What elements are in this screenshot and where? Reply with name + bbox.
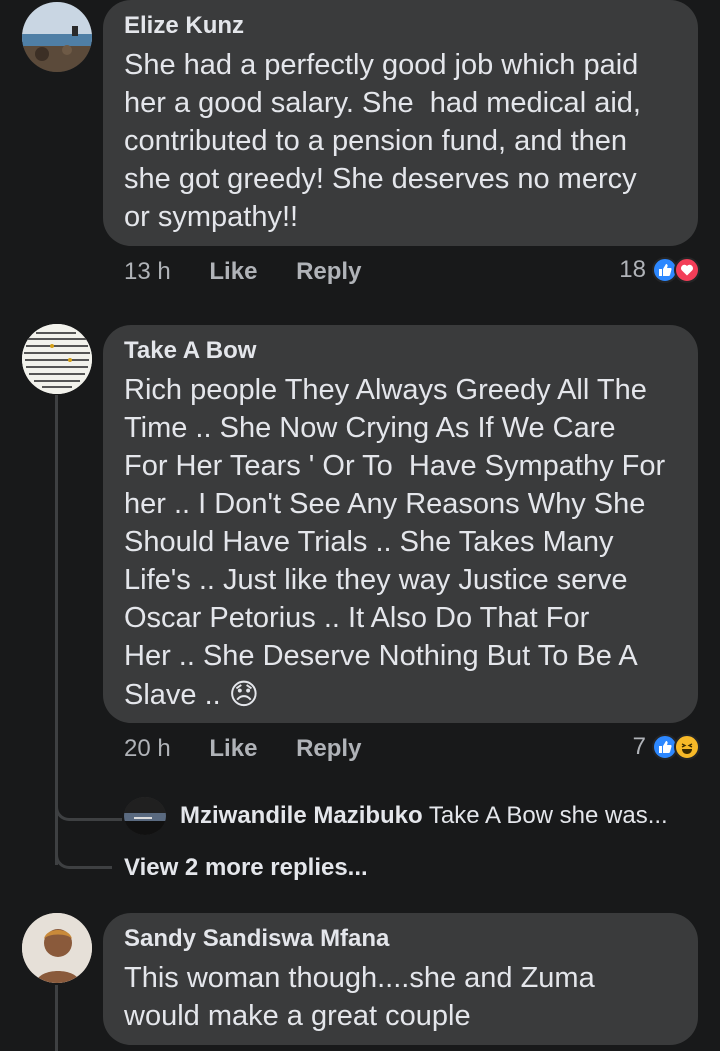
thread-branch-line: [55, 790, 122, 821]
thread-line: [55, 985, 58, 1051]
view-more-replies-link[interactable]: View 2 more replies...: [124, 854, 368, 882]
comment-text-body: Rich people They Always Greedy All The T…: [124, 374, 666, 711]
like-button[interactable]: Like: [209, 735, 257, 762]
comment-actions: 20 h Like Reply: [124, 735, 361, 763]
comment-author[interactable]: Sandy Sandiswa Mfana: [124, 925, 678, 953]
reaction-summary[interactable]: 7: [633, 733, 700, 761]
comment-text: Rich people They Always Greedy All The T…: [124, 371, 678, 714]
reaction-summary[interactable]: 18: [619, 256, 700, 284]
comment-bubble: Sandy Sandiswa Mfana This woman though..…: [103, 913, 698, 1045]
comment-actions: 13 h Like Reply: [124, 258, 361, 286]
reply-author[interactable]: Mziwandile Mazibuko: [180, 802, 423, 829]
reaction-count: 7: [632, 733, 646, 760]
love-icon: [674, 257, 700, 283]
comment-author[interactable]: Elize Kunz: [124, 12, 678, 40]
avatar-mziwandile-mazibuko[interactable]: [124, 797, 166, 835]
disappointed-face-emoji: 😞: [228, 677, 260, 711]
reply-text: Take A Bow she was...: [428, 802, 668, 829]
reaction-count: 18: [619, 256, 646, 283]
reply-preview[interactable]: Mziwandile Mazibuko Take A Bow she was..…: [180, 802, 668, 830]
like-button[interactable]: Like: [209, 258, 257, 285]
thread-branch-line: [55, 840, 112, 869]
comment-text: She had a perfectly good job which paid …: [124, 49, 641, 233]
comment-bubble: Take A Bow Rich people They Always Greed…: [103, 325, 698, 723]
comment-time[interactable]: 20 h: [124, 735, 171, 762]
avatar-elize-kunz[interactable]: [22, 2, 92, 72]
comment-text: This woman though....she and Zuma would …: [124, 962, 595, 1032]
reply-button[interactable]: Reply: [296, 735, 361, 762]
avatar-take-a-bow[interactable]: [22, 324, 92, 394]
beach-photo-icon: [22, 2, 92, 72]
avatar-sandy-sandiswa-mfana[interactable]: [22, 913, 92, 983]
haha-icon: [674, 734, 700, 760]
landscape-photo-icon: [124, 797, 166, 835]
comment-bubble: Elize Kunz She had a perfectly good job …: [103, 0, 698, 246]
comment-author[interactable]: Take A Bow: [124, 337, 678, 365]
person-photo-icon: [22, 913, 92, 983]
text-collage-icon: [22, 324, 92, 394]
comment-time[interactable]: 13 h: [124, 258, 171, 285]
reply-button[interactable]: Reply: [296, 258, 361, 285]
